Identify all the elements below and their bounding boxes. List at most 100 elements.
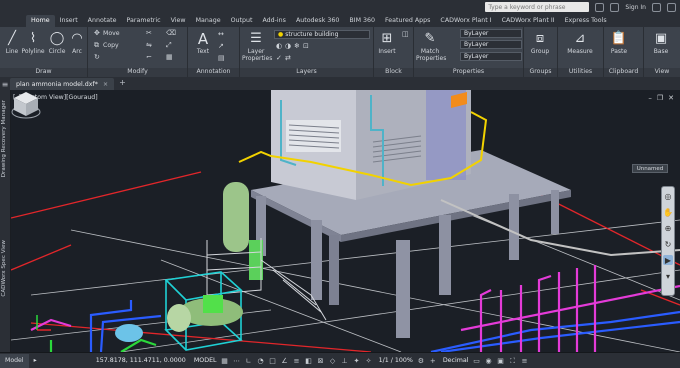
paste-button[interactable]: 📋 Paste	[608, 30, 630, 55]
3d-osnap-icon[interactable]: ◇	[329, 357, 337, 365]
text-button[interactable]: A Text	[192, 30, 214, 56]
file-tabs-menu-icon[interactable]: ≡	[0, 78, 10, 90]
zoom-icon[interactable]: ⊕	[663, 223, 673, 233]
coordinate-readout[interactable]: 157.8178, 111.4711, 0.0000	[96, 357, 186, 364]
hardware-acceleration-icon[interactable]: ▣	[497, 357, 505, 365]
copy-button[interactable]: ⧉ Copy	[94, 42, 119, 50]
exchange-icon[interactable]	[652, 2, 661, 12]
steering-wheel-icon[interactable]: ◎	[663, 191, 673, 201]
grid-icon[interactable]: ▦	[221, 357, 229, 365]
named-views-dropdown[interactable]: Unnamed	[632, 164, 668, 173]
osnap-icon[interactable]: □	[269, 357, 277, 365]
tab-featured-apps[interactable]: Featured Apps	[380, 15, 435, 27]
tab-view[interactable]: View	[166, 15, 191, 27]
color-dropdown[interactable]: ByLayer	[460, 29, 522, 38]
cadworx-spec-view-tab[interactable]: CADWorx Spec View	[1, 240, 7, 297]
isolate-objects-icon[interactable]: ◉	[485, 357, 493, 365]
utilities-panel-label[interactable]: Utilities	[558, 68, 603, 77]
circle-button[interactable]: ◯ Circle	[46, 30, 68, 55]
annotation-monitor-icon[interactable]: +	[429, 357, 437, 365]
autoscale-icon[interactable]: ✧	[365, 357, 373, 365]
nav-options-icon[interactable]: ▾	[663, 271, 673, 281]
polar-icon[interactable]: ◔	[257, 357, 265, 365]
clipboard-panel-label[interactable]: Clipboard	[604, 68, 643, 77]
layout-tabs-arrow-icon[interactable]: ▸	[29, 354, 42, 368]
polyline-button[interactable]: ⌇ Polyline	[21, 30, 44, 55]
sign-in-link[interactable]: Sign In	[625, 4, 646, 11]
view-panel-label[interactable]: View	[644, 68, 680, 77]
close-icon[interactable]: ✕	[668, 94, 674, 102]
otrack-icon[interactable]: ∠	[281, 357, 289, 365]
trim-button[interactable]: ✂	[146, 30, 153, 37]
showmotion-icon[interactable]: ▶	[663, 255, 673, 265]
array-button[interactable]: ▦	[166, 54, 173, 61]
create-block-button[interactable]: ◫	[402, 31, 409, 38]
orbit-icon[interactable]: ↻	[663, 239, 673, 249]
lineweight-dropdown[interactable]: ByLayer	[460, 52, 522, 61]
close-tab-icon[interactable]: ×	[103, 81, 108, 88]
model-space-toggle[interactable]: MODEL	[194, 357, 217, 364]
tab-parametric[interactable]: Parametric	[122, 15, 166, 27]
binoculars-icon[interactable]	[595, 2, 605, 12]
units-dropdown[interactable]: Decimal	[443, 357, 469, 364]
draw-panel-label[interactable]: Draw	[0, 68, 87, 77]
tab-cadworx-plant-2[interactable]: CADWorx Plant II	[497, 15, 560, 27]
arc-button[interactable]: ◠ Arc	[66, 30, 88, 55]
dimension-button[interactable]: ↔	[218, 31, 225, 38]
line-button[interactable]: ╱ Line	[1, 30, 23, 55]
mirror-button[interactable]: ⇋	[146, 42, 153, 49]
annotation-visibility-icon[interactable]: ✦	[353, 357, 361, 365]
modify-panel-label[interactable]: Modify	[88, 68, 187, 77]
help-icon[interactable]	[667, 2, 676, 12]
properties-panel-label[interactable]: Properties	[414, 68, 523, 77]
groups-panel-label[interactable]: Groups	[524, 68, 557, 77]
new-tab-button[interactable]: +	[119, 78, 126, 90]
quick-properties-icon[interactable]: ▭	[473, 357, 481, 365]
tab-output[interactable]: Output	[226, 15, 258, 27]
tab-express-tools[interactable]: Express Tools	[560, 15, 612, 27]
block-panel-label[interactable]: Block	[374, 68, 413, 77]
user-icon[interactable]	[610, 2, 620, 12]
lineweight-icon[interactable]: ≡	[293, 357, 301, 365]
fillet-button[interactable]: ⌐	[146, 54, 153, 61]
restore-icon[interactable]: ❐	[657, 94, 663, 102]
clean-screen-icon[interactable]: ⛶	[509, 357, 517, 365]
tab-model-layout[interactable]: Model	[0, 353, 29, 368]
transparency-icon[interactable]: ◧	[305, 357, 313, 365]
dynamic-ucs-icon[interactable]: ⊥	[341, 357, 349, 365]
pan-icon[interactable]: ✋	[663, 207, 673, 217]
workspace-gear-icon[interactable]: ⚙	[417, 357, 425, 365]
leader-button[interactable]: ↗	[218, 43, 225, 50]
insert-button[interactable]: ⊞ Insert	[376, 30, 398, 55]
model-viewport[interactable]: [–][Custom View][Gouraud] – ❐ ✕ Unnamed …	[11, 90, 680, 352]
tab-add-ins[interactable]: Add-ins	[257, 15, 290, 27]
viewcube-icon[interactable]	[11, 90, 41, 120]
layers-panel-label[interactable]: Layers	[240, 68, 373, 77]
snap-icon[interactable]: ⋯	[233, 357, 241, 365]
file-tab[interactable]: plan ammonia model.dxf* ×	[10, 78, 115, 90]
annotation-panel-label[interactable]: Annotation	[188, 68, 239, 77]
layer-properties-button[interactable]: ☰ Layer Properties	[242, 30, 272, 62]
layer-tools-row-2[interactable]: ✓ ⇄	[276, 55, 292, 62]
selection-cycling-icon[interactable]: ⊠	[317, 357, 325, 365]
group-button[interactable]: ⧈ Group	[529, 30, 551, 55]
rotate-button[interactable]: ↻	[94, 54, 101, 61]
customization-icon[interactable]: ≡	[521, 357, 529, 365]
drawing-recovery-manager-tab[interactable]: Drawing Recovery Manager	[1, 100, 7, 177]
tab-annotate[interactable]: Annotate	[83, 15, 122, 27]
tab-manage[interactable]: Manage	[191, 15, 226, 27]
tab-home[interactable]: Home	[26, 15, 55, 27]
measure-button[interactable]: ⊿ Measure	[566, 30, 594, 55]
table-button[interactable]: ▤	[218, 55, 225, 62]
search-input[interactable]: Type a keyword or phrase	[485, 2, 590, 12]
linetype-dropdown[interactable]: ByLayer	[460, 40, 522, 49]
tab-autodesk-360[interactable]: Autodesk 360	[291, 15, 344, 27]
move-button[interactable]: ✥ Move	[94, 30, 120, 38]
tab-bim-360[interactable]: BIM 360	[344, 15, 380, 27]
match-properties-button[interactable]: ✎ Match Properties	[416, 30, 446, 62]
tab-insert[interactable]: Insert	[55, 15, 83, 27]
ortho-icon[interactable]: ∟	[245, 357, 253, 365]
minimize-icon[interactable]: –	[648, 94, 652, 102]
layer-tools-row-1[interactable]: ◐ ◑ ❄ ⊡	[276, 43, 310, 50]
erase-button[interactable]: ⌫	[166, 30, 176, 37]
